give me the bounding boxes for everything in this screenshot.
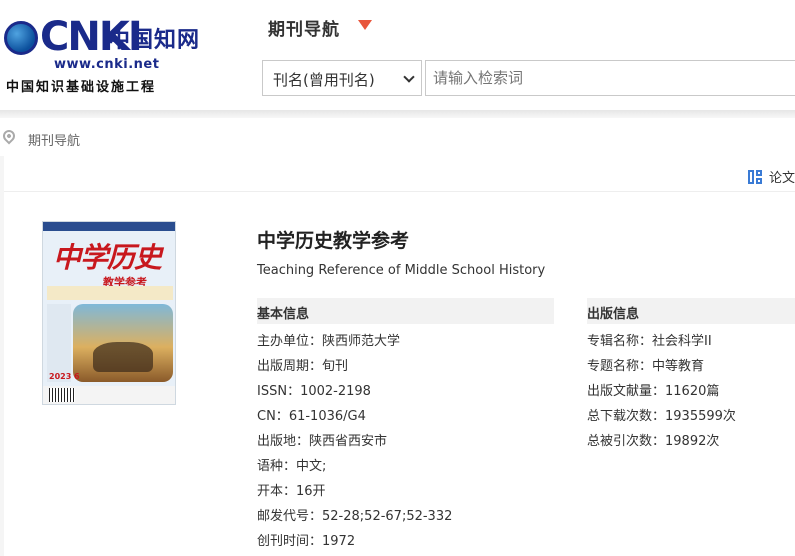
pub-info-row: 总下载次数：1935599次 [587,404,736,429]
layout-grid-icon[interactable] [748,170,762,184]
cover-top-band [43,222,175,231]
info-label: 总被引次数： [587,434,666,449]
basic-info-row: 主办单位：陕西师范大学 [257,329,452,354]
chevron-down-icon [403,71,415,83]
search-input[interactable] [425,60,795,96]
breadcrumb-current[interactable]: 期刊导航 [28,130,80,149]
paper-link[interactable]: 论文 [769,167,795,186]
info-label: 创刊时间： [257,534,323,549]
header-divider [0,110,795,118]
basic-info-row: 出版周期：旬刊 [257,354,452,379]
journal-title-en: Teaching Reference of Middle School Hist… [257,263,546,278]
cover-issue: 2023 6 [49,372,80,381]
pub-info-row: 总被引次数：19892次 [587,429,736,454]
info-value: 中等教育 [652,359,705,374]
cover-band [47,286,173,300]
journal-cover-image[interactable]: 中学历史 教学参考 2023 6 [42,221,176,405]
content-top-rule [4,191,795,192]
basic-info-row: 邮发代号：52-28;52-67;52-332 [257,504,452,529]
info-value: 中文; [296,459,327,474]
basic-info-row: 开本：16开 [257,479,452,504]
search-field-selected: 刊名(曾用刊名) [273,71,375,89]
nav-title[interactable]: 期刊导航 [268,15,340,40]
basic-info-list: 主办单位：陕西师范大学 出版周期：旬刊 ISSN：1002-2198 CN：61… [257,329,452,554]
info-value: 1002-2198 [300,384,371,399]
info-label: 出版地： [257,434,310,449]
info-label: ISSN： [257,384,301,399]
info-value: 19892次 [665,434,720,449]
basic-info-row: ISSN：1002-2198 [257,379,452,404]
info-label: 邮发代号： [257,509,323,524]
basic-info-heading: 基本信息 [257,298,554,324]
basic-info-row: 创刊时间：1972 [257,529,452,554]
journal-title: 中学历史教学参考 [257,230,410,252]
info-label: 专辑名称： [587,334,653,349]
pub-info-row: 出版文献量：11620篇 [587,379,736,404]
info-value: 16开 [296,484,326,499]
globe-icon [4,21,38,55]
pub-info-row: 专辑名称：社会科学II [587,329,736,354]
pub-info-row: 专题名称：中等教育 [587,354,736,379]
info-label: 开本： [257,484,297,499]
info-label: 主办单位： [257,334,323,349]
info-value: 1935599次 [665,409,736,424]
info-value: 52-28;52-67;52-332 [322,509,453,524]
breadcrumb: 期刊导航 [0,118,795,156]
location-pin-icon [0,127,18,145]
info-value: 旬刊 [322,359,349,374]
cover-artwork-detail [93,342,153,372]
caret-down-icon[interactable] [358,20,372,30]
info-label: 总下载次数： [587,409,666,424]
info-value: 11620篇 [665,384,720,399]
basic-info-row: 语种：中文; [257,454,452,479]
search-field-select[interactable]: 刊名(曾用刊名) [262,60,422,96]
info-label: 语种： [257,459,297,474]
cnki-logo[interactable]: CNKI 中国知网 www.cnki.net 中国知识基础设施工程 [4,14,204,95]
header: CNKI 中国知网 www.cnki.net 中国知识基础设施工程 期刊导航 刊… [0,0,795,110]
info-label: 出版文献量： [587,384,666,399]
cover-side-panel [47,304,71,382]
info-label: CN： [257,409,289,424]
info-value: 61-1036/G4 [288,409,366,424]
info-value: 1972 [322,534,356,549]
logo-subtitle: 中国知识基础设施工程 [6,80,157,95]
logo-cn-name: 中国知网 [108,27,201,53]
barcode-icon [49,388,75,402]
info-label: 出版周期： [257,359,323,374]
info-label: 专题名称： [587,359,653,374]
logo-url: www.cnki.net [54,57,160,72]
info-value: 陕西师范大学 [322,334,401,349]
basic-info-row: CN：61-1036/G4 [257,404,452,429]
pub-info-heading: 出版信息 [587,298,795,324]
basic-info-row: 出版地：陕西省西安市 [257,429,452,454]
info-value: 社会科学II [652,334,712,349]
pub-info-list: 专辑名称：社会科学II 专题名称：中等教育 出版文献量：11620篇 总下载次数… [587,329,736,454]
info-value: 陕西省西安市 [309,434,388,449]
cover-title: 中学历史 [53,241,162,274]
